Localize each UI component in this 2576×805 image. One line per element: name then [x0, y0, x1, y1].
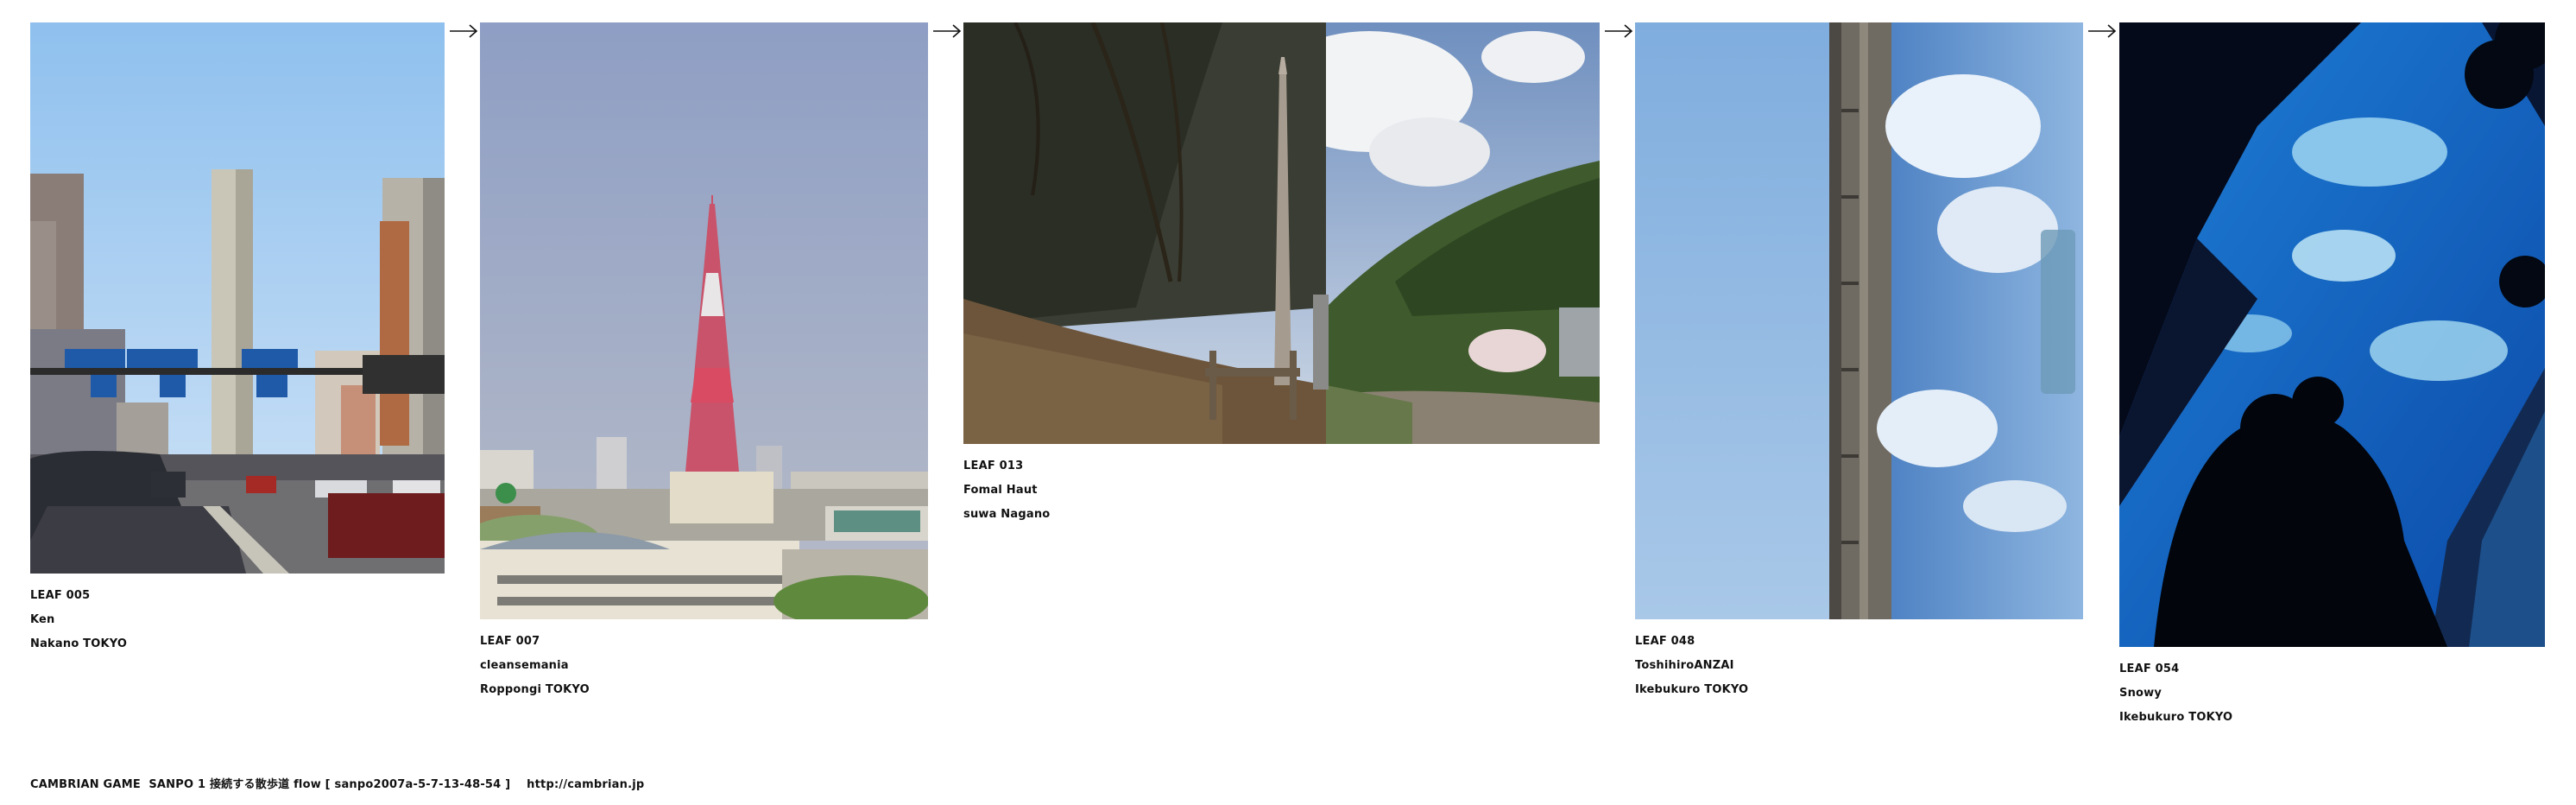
- leaf-photo-048[interactable]: [1635, 22, 2083, 619]
- leaf-photo-007[interactable]: [480, 22, 928, 619]
- leaf-caption-007: LEAF 007 cleansemania Roppongi TOKYO: [480, 630, 928, 702]
- leaf-caption-048: LEAF 048 ToshihiroANZAI Ikebukuro TOKYO: [1635, 630, 2083, 702]
- leaf-caption-054: LEAF 054 Snowy Ikebukuro TOKYO: [2119, 657, 2545, 730]
- leaf-photo-054[interactable]: [2119, 22, 2545, 647]
- leaf-place: Ikebukuro TOKYO: [1635, 683, 1749, 696]
- flow-arrow-icon: [932, 22, 962, 40]
- leaf-card-054: LEAF 054 Snowy Ikebukuro TOKYO: [2119, 22, 2545, 730]
- leaf-author: Fomal Haut: [963, 484, 1038, 497]
- leaf-place: Nakano TOKYO: [30, 637, 128, 650]
- page-footer: CAMBRIAN GAME SANPO 1 接続する散歩道 flow [ san…: [30, 778, 645, 791]
- leaf-card-005: LEAF 005 Ken Nakano TOKYO: [30, 22, 445, 656]
- leaf-place: suwa Nagano: [963, 508, 1051, 521]
- leaf-number: LEAF 007: [480, 635, 540, 648]
- leaf-number: LEAF 048: [1635, 635, 1695, 648]
- leaf-card-007: LEAF 007 cleansemania Roppongi TOKYO: [480, 22, 928, 702]
- flow-arrow-icon: [1604, 22, 1633, 40]
- leaf-author: cleansemania: [480, 659, 569, 672]
- leaf-photo-013[interactable]: [963, 22, 1600, 444]
- flow-arrow-icon: [2087, 22, 2117, 40]
- leaf-photo-005[interactable]: [30, 22, 445, 574]
- leaf-place: Ikebukuro TOKYO: [2119, 711, 2233, 724]
- flow-arrow-icon: [449, 22, 478, 40]
- leaf-number: LEAF 054: [2119, 662, 2180, 675]
- leaf-author: Ken: [30, 613, 55, 626]
- leaf-number: LEAF 013: [963, 460, 1024, 472]
- leaf-card-013: LEAF 013 Fomal Haut suwa Nagano: [963, 22, 1600, 527]
- leaf-place: Roppongi TOKYO: [480, 683, 590, 696]
- leaf-caption-005: LEAF 005 Ken Nakano TOKYO: [30, 584, 445, 656]
- leaf-caption-013: LEAF 013 Fomal Haut suwa Nagano: [963, 454, 1600, 527]
- leaf-card-048: LEAF 048 ToshihiroANZAI Ikebukuro TOKYO: [1635, 22, 2083, 702]
- leaf-author: Snowy: [2119, 687, 2162, 700]
- leaf-number: LEAF 005: [30, 589, 91, 602]
- leaf-author: ToshihiroANZAI: [1635, 659, 1734, 672]
